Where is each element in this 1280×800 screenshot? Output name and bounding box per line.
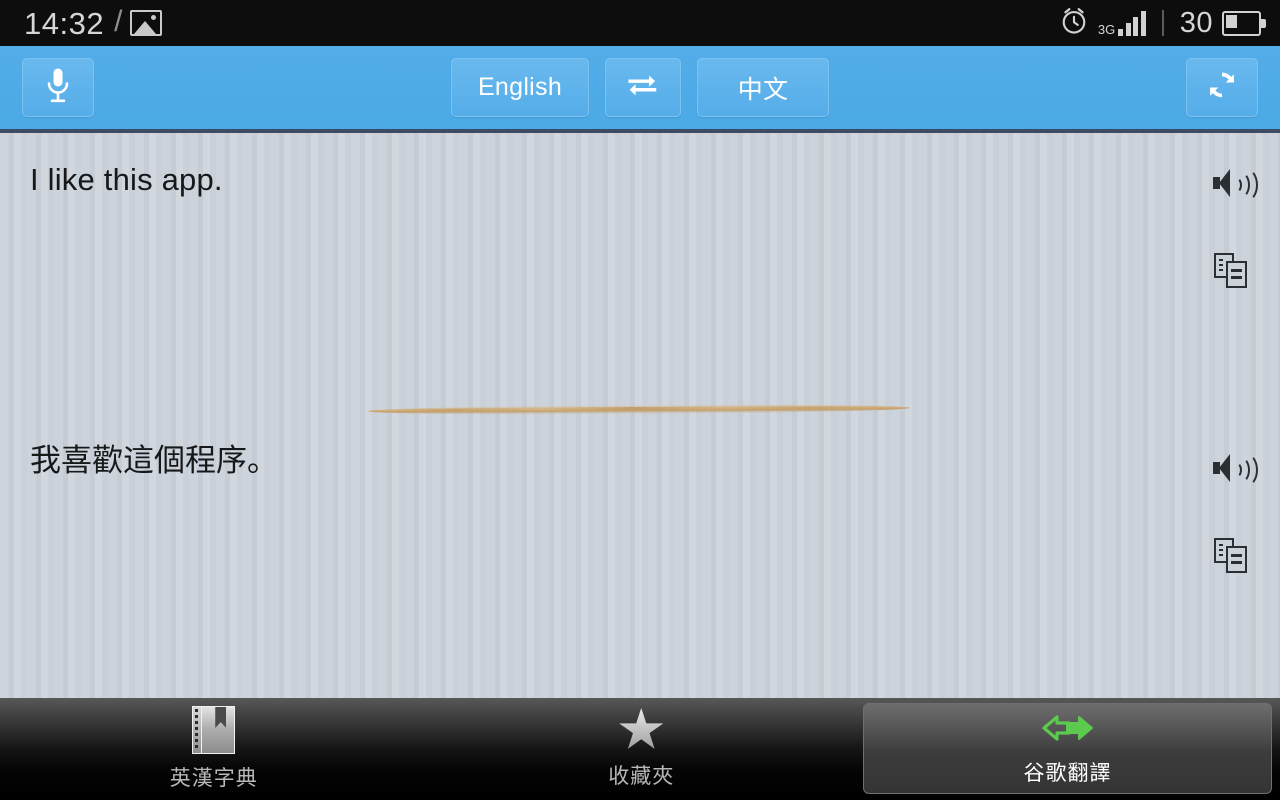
- brush-stroke-divider: [367, 403, 911, 416]
- alarm-clock-icon: [1059, 6, 1089, 41]
- swap-languages-icon: [626, 71, 660, 104]
- bottom-navigation: 英漢字典 收藏夾 谷歌翻譯: [0, 698, 1280, 800]
- source-language-label: English: [477, 73, 563, 101]
- copy-icon: [1214, 253, 1250, 289]
- status-bar-left: 14:32 /: [24, 5, 163, 41]
- speaker-icon: [1213, 168, 1258, 202]
- target-actions: [1206, 442, 1258, 582]
- battery-percent-label: 30: [1179, 6, 1213, 39]
- nav-tab-dictionary-label: 英漢字典: [169, 767, 258, 790]
- copy-source-button[interactable]: [1206, 245, 1258, 297]
- source-actions: [1206, 157, 1258, 297]
- nav-tab-dictionary[interactable]: 英漢字典: [0, 698, 428, 800]
- image-icon: [130, 10, 163, 36]
- dictionary-book-icon: [192, 706, 236, 754]
- nav-tab-favorites[interactable]: 收藏夾: [428, 698, 856, 800]
- swap-languages-button[interactable]: [605, 58, 682, 117]
- target-language-button[interactable]: 中文: [697, 58, 830, 117]
- microphone-icon: [45, 67, 71, 108]
- refresh-button[interactable]: [1186, 58, 1258, 117]
- speaker-icon: [1213, 453, 1258, 487]
- copy-target-button[interactable]: [1206, 530, 1258, 582]
- battery-icon: [1222, 10, 1266, 36]
- target-text[interactable]: 我喜歡這個程序。: [30, 441, 278, 481]
- nav-tab-google-translate[interactable]: 谷歌翻譯: [855, 698, 1280, 800]
- status-divider: [1161, 10, 1164, 36]
- translation-content: I like this app. 我喜歡這個程序。: [0, 133, 1280, 698]
- speak-target-button[interactable]: [1206, 442, 1258, 494]
- network-type-label: 3G: [1097, 21, 1116, 37]
- status-clock: 14:32: [24, 5, 105, 41]
- source-language-button[interactable]: English: [450, 58, 590, 117]
- speak-source-button[interactable]: [1206, 157, 1258, 209]
- translate-toolbar: English 中文: [0, 46, 1280, 129]
- refresh-icon: [1205, 68, 1239, 107]
- translate-arrows-icon: [1039, 711, 1097, 751]
- language-selector-group: English 中文: [0, 58, 1280, 117]
- signal-bars-icon: 3G: [1097, 10, 1146, 37]
- microphone-button[interactable]: [22, 58, 94, 117]
- copy-icon: [1214, 538, 1250, 574]
- status-separator: /: [114, 5, 123, 38]
- nav-tab-google-translate-surface: 谷歌翻譯: [863, 703, 1272, 794]
- source-text[interactable]: I like this app.: [30, 161, 223, 200]
- nav-tab-favorites-label: 收藏夾: [608, 765, 675, 788]
- star-icon: [619, 708, 664, 749]
- status-bar: 14:32 / 3G 30: [0, 0, 1280, 46]
- target-language-label: 中文: [737, 75, 789, 104]
- status-bar-right: 3G 30: [1059, 6, 1266, 41]
- app-screen: 14:32 / 3G 30 English 中文 I like this app…: [0, 0, 1280, 800]
- nav-tab-google-translate-label: 谷歌翻譯: [1023, 761, 1112, 785]
